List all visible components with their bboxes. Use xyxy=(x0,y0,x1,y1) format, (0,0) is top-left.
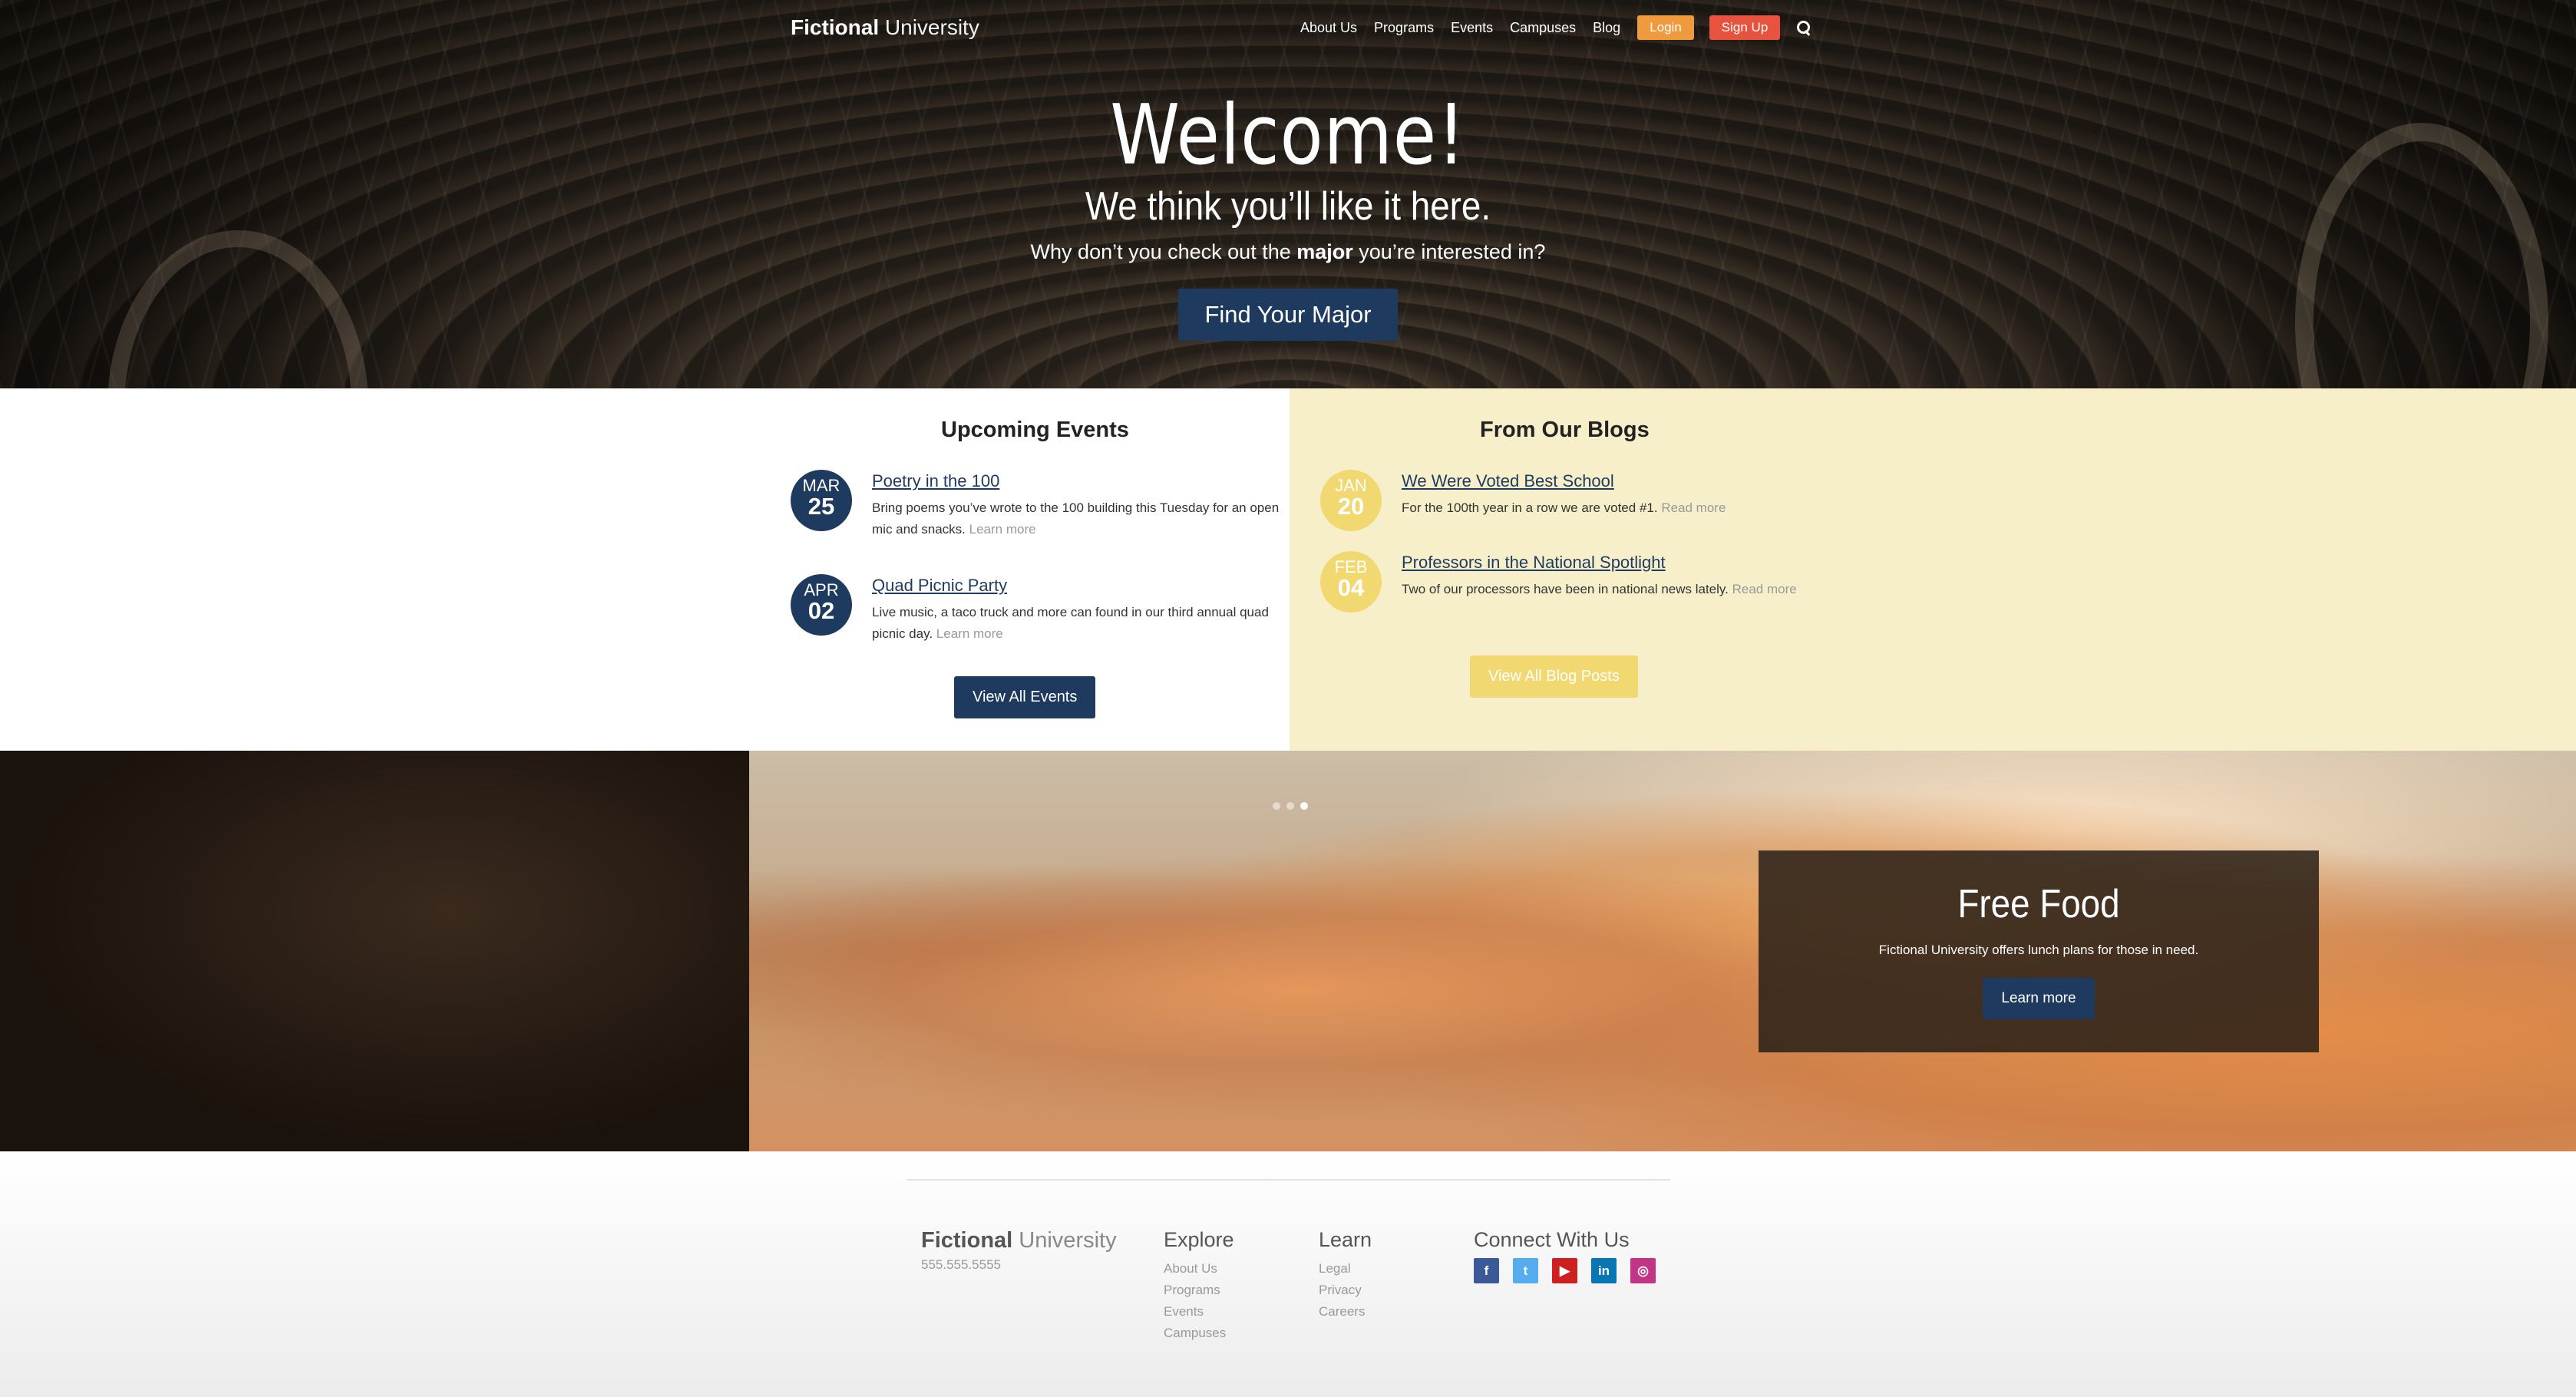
site-header: Fictional University About Us Programs E… xyxy=(0,0,2576,55)
blog-desc-text: Two of our processors have been in natio… xyxy=(1402,582,1729,596)
hero-text: Why don’t you check out the major you’re… xyxy=(0,240,2576,264)
hero-text-before: Why don’t you check out the xyxy=(1030,240,1297,264)
read-more-link[interactable]: Read more xyxy=(1732,582,1797,596)
event-month: MAR xyxy=(802,476,841,495)
footer-link-careers[interactable]: Careers xyxy=(1319,1301,1372,1323)
footer-link-programs[interactable]: Programs xyxy=(1164,1280,1234,1301)
event-title-link[interactable]: Poetry in the 100 xyxy=(872,471,1286,491)
events-blogs-section: Upcoming Events MAR 25 Poetry in the 100… xyxy=(0,388,2576,751)
slide-learn-more-button[interactable]: Learn more xyxy=(1983,978,2095,1019)
event-body: Poetry in the 100 Bring poems you’ve wro… xyxy=(872,471,1286,540)
slide-dot[interactable] xyxy=(1273,802,1280,810)
blog-date-badge[interactable]: JAN 20 xyxy=(1320,470,1382,531)
blog-desc-text: For the 100th year in a row we are voted… xyxy=(1402,500,1658,515)
nav-about-us[interactable]: About Us xyxy=(1300,20,1357,36)
blog-body: Professors in the National Spotlight Two… xyxy=(1402,553,1816,600)
search-icon[interactable] xyxy=(1795,19,1812,36)
blog-month: JAN xyxy=(1335,476,1367,495)
blog-body: We Were Voted Best School For the 100th … xyxy=(1402,471,1816,519)
hero-section: Fictional University About Us Programs E… xyxy=(0,0,2576,388)
twitter-icon[interactable]: t xyxy=(1513,1258,1538,1283)
footer-phone[interactable]: 555.555.5555 xyxy=(921,1257,1001,1273)
slideshow-dots xyxy=(1273,802,1308,810)
hero-content: Welcome! We think you’ll like it here. W… xyxy=(0,88,2576,342)
footer-link-events[interactable]: Events xyxy=(1164,1301,1234,1323)
slide-dot-active[interactable] xyxy=(1300,802,1308,810)
footer-explore: Explore About Us Programs Events Campuse… xyxy=(1164,1228,1234,1344)
signup-button[interactable]: Sign Up xyxy=(1709,15,1781,40)
slide-text: Fictional University offers lunch plans … xyxy=(1878,943,2199,957)
blog-title-link[interactable]: Professors in the National Spotlight xyxy=(1402,553,1816,573)
social-icons: f t ▶ in ◎ xyxy=(1474,1258,1656,1283)
event-day: 02 xyxy=(807,597,835,624)
nav-blog[interactable]: Blog xyxy=(1593,20,1620,36)
read-more-link[interactable]: Read more xyxy=(1661,500,1726,515)
learn-more-link[interactable]: Learn more xyxy=(969,522,1036,537)
blogs-panel: From Our Blogs JAN 20 We Were Voted Best… xyxy=(1290,388,2576,751)
slide-title: Free Food xyxy=(1957,882,2120,926)
login-button[interactable]: Login xyxy=(1637,15,1694,40)
linkedin-icon[interactable]: in xyxy=(1591,1258,1617,1283)
nav-events[interactable]: Events xyxy=(1451,20,1493,36)
event-date-badge[interactable]: APR 02 xyxy=(791,574,852,636)
facebook-icon[interactable]: f xyxy=(1474,1258,1499,1283)
slide-promo-box: Free Food Fictional University offers lu… xyxy=(1759,850,2319,1052)
blog-title-link[interactable]: We Were Voted Best School xyxy=(1402,471,1816,491)
nav-programs[interactable]: Programs xyxy=(1374,20,1434,36)
blog-day: 04 xyxy=(1337,574,1365,601)
youtube-icon[interactable]: ▶ xyxy=(1552,1258,1577,1283)
footer-link-legal[interactable]: Legal xyxy=(1319,1258,1372,1280)
learn-more-link[interactable]: Learn more xyxy=(936,626,1003,641)
footer-link-about-us[interactable]: About Us xyxy=(1164,1258,1234,1280)
event-month: APR xyxy=(804,580,839,599)
events-panel: Upcoming Events MAR 25 Poetry in the 100… xyxy=(0,388,1290,751)
footer-divider xyxy=(907,1179,1670,1181)
blog-description: For the 100th year in a row we are voted… xyxy=(1402,497,1816,519)
footer-learn-title: Learn xyxy=(1319,1228,1372,1251)
event-desc-text: Bring poems you’ve wrote to the 100 buil… xyxy=(872,500,1280,537)
hero-title: Welcome! xyxy=(1110,88,1466,183)
hero-subtitle: We think you’ll like it here. xyxy=(1085,184,1491,230)
footer-learn: Learn Legal Privacy Careers xyxy=(1319,1228,1372,1323)
find-your-major-button[interactable]: Find Your Major xyxy=(1178,289,1398,342)
footer-link-privacy[interactable]: Privacy xyxy=(1319,1280,1372,1301)
slideshow: Free Food Fictional University offers lu… xyxy=(0,751,2576,1151)
blog-month: FEB xyxy=(1334,557,1368,576)
hero-text-bold: major xyxy=(1296,240,1353,264)
logo-bold-text: Fictional xyxy=(791,15,880,39)
view-all-blog-posts-button[interactable]: View All Blog Posts xyxy=(1470,656,1638,698)
event-day: 25 xyxy=(807,493,835,520)
event-description: Live music, a taco truck and more can fo… xyxy=(872,602,1286,645)
footer-logo-light: University xyxy=(1019,1228,1117,1253)
slide-dot[interactable] xyxy=(1286,802,1294,810)
blog-day: 20 xyxy=(1337,493,1365,520)
footer-logo[interactable]: Fictional University xyxy=(921,1228,1117,1253)
hero-text-after: you’re interested in? xyxy=(1352,240,1546,264)
events-title: Upcoming Events xyxy=(941,418,1129,442)
footer-connect-title: Connect With Us xyxy=(1474,1228,1630,1251)
slide-dark-background xyxy=(0,751,749,1151)
nav-campuses[interactable]: Campuses xyxy=(1510,20,1576,36)
event-body: Quad Picnic Party Live music, a taco tru… xyxy=(872,576,1286,645)
site-logo[interactable]: Fictional University xyxy=(791,15,979,40)
instagram-icon[interactable]: ◎ xyxy=(1630,1258,1656,1283)
footer-explore-title: Explore xyxy=(1164,1228,1234,1251)
event-title-link[interactable]: Quad Picnic Party xyxy=(872,576,1286,596)
site-footer: Fictional University 555.555.5555 Explor… xyxy=(0,1151,2576,1397)
event-date-badge[interactable]: MAR 25 xyxy=(791,470,852,531)
event-description: Bring poems you’ve wrote to the 100 buil… xyxy=(872,497,1286,540)
footer-logo-bold: Fictional xyxy=(921,1228,1013,1253)
blog-description: Two of our processors have been in natio… xyxy=(1402,579,1816,600)
main-nav: About Us Programs Events Campuses Blog L… xyxy=(1300,15,1812,40)
footer-link-campuses[interactable]: Campuses xyxy=(1164,1323,1234,1344)
footer-connect: Connect With Us f t ▶ in ◎ xyxy=(1474,1228,1656,1283)
blogs-title: From Our Blogs xyxy=(1480,418,1650,442)
view-all-events-button[interactable]: View All Events xyxy=(954,676,1096,718)
logo-light-text: University xyxy=(884,15,979,39)
blog-date-badge[interactable]: FEB 04 xyxy=(1320,551,1382,613)
event-desc-text: Live music, a taco truck and more can fo… xyxy=(872,605,1269,641)
